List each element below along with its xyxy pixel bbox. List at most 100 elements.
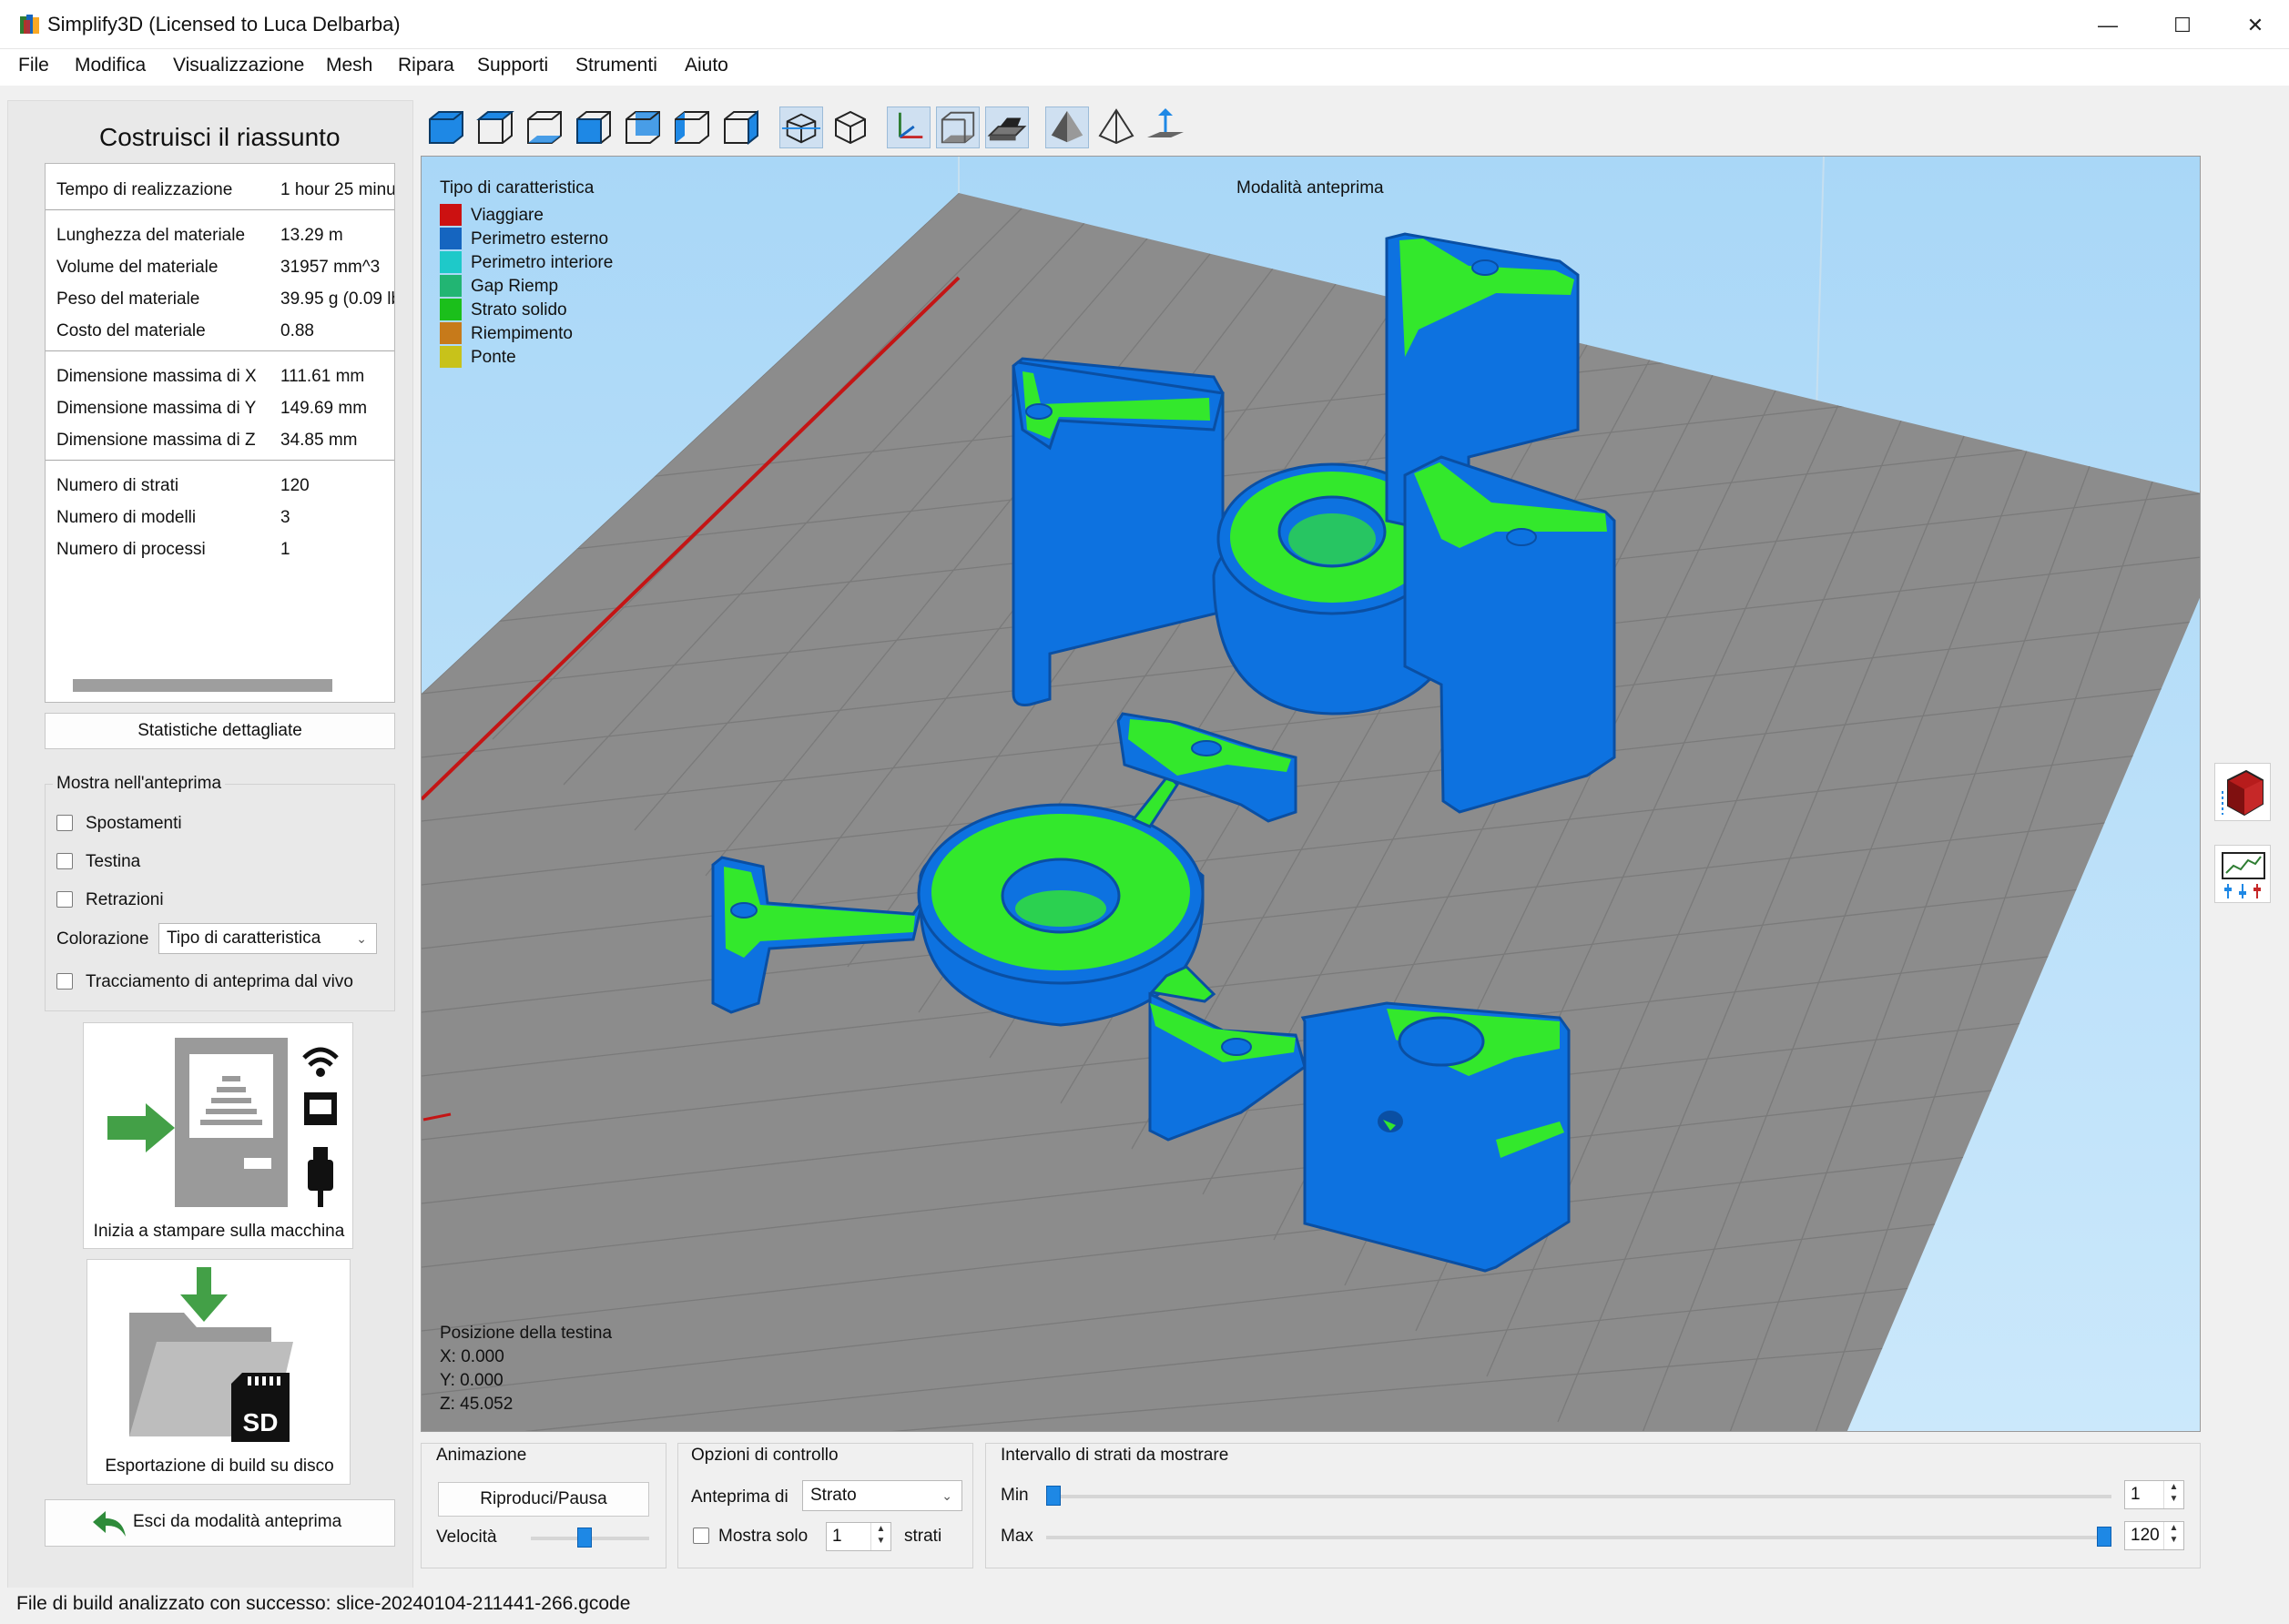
export-to-disk-label: Esportazione di build su disco	[105, 1457, 334, 1476]
exit-preview-label: Esci da modalità anteprima	[133, 1512, 342, 1531]
max-layer-value: 120	[2131, 1526, 2160, 1545]
orthographic-icon[interactable]	[829, 107, 872, 148]
axes-icon[interactable]	[887, 107, 931, 148]
close-button[interactable]: ✕	[2223, 7, 2287, 44]
play-pause-button[interactable]: Riproduci/Pausa	[438, 1482, 649, 1517]
scene-3d[interactable]: Tipo di caratteristica Modalità anteprim…	[422, 157, 2201, 1432]
summary-label: Dimensione massima di Z	[56, 431, 256, 450]
legend-label: Ponte	[471, 348, 516, 367]
summary-label: Costo del materiale	[56, 321, 206, 340]
summary-label: Numero di processi	[56, 540, 206, 559]
export-to-disk-button[interactable]: SD Esportazione di build su disco	[86, 1259, 351, 1485]
legend-label: Riempimento	[471, 324, 573, 343]
menu-bar: File Modifica Visualizzazione Mesh Ripar…	[0, 49, 2289, 86]
min-layer-spinbox[interactable]: 1 ▲ ▼	[2124, 1480, 2184, 1509]
menu-ripara[interactable]: Ripara	[398, 55, 454, 76]
spin-arrows-icon[interactable]: ▲ ▼	[870, 1523, 890, 1550]
menu-modifica[interactable]: Modifica	[75, 55, 146, 76]
retractions-label: Retrazioni	[86, 890, 164, 909]
max-layer-slider[interactable]	[1046, 1536, 2111, 1539]
menu-visualizzazione[interactable]: Visualizzazione	[173, 55, 304, 76]
speed-slider-thumb[interactable]	[577, 1528, 593, 1548]
show-only-checkbox[interactable]	[693, 1528, 709, 1544]
summary-value: 1	[280, 540, 290, 559]
separator	[46, 460, 394, 461]
summary-value: 1 hour 25 minutes	[280, 180, 395, 199]
coloring-label: Colorazione	[56, 929, 149, 949]
show-only-spinbox[interactable]: 1 ▲ ▼	[826, 1522, 891, 1551]
min-layer-value: 1	[2131, 1485, 2141, 1504]
app-logo-icon	[20, 15, 39, 34]
minimize-button[interactable]: —	[2076, 7, 2140, 44]
build-plate-icon[interactable]	[985, 107, 1029, 148]
print-on-machine-button[interactable]: Inizia a stampare sulla macchina	[83, 1022, 353, 1249]
preview-viewport[interactable]: Tipo di caratteristica Modalità anteprim…	[421, 156, 2201, 1432]
view-default-icon[interactable]	[424, 107, 468, 148]
legend-swatch	[440, 228, 462, 249]
summary-value: 120	[280, 476, 310, 495]
head-checkbox[interactable]	[56, 853, 73, 869]
show-only-value: 1	[832, 1527, 842, 1546]
retractions-checkbox[interactable]	[56, 891, 73, 908]
max-layer-slider-thumb[interactable]	[2097, 1527, 2111, 1547]
menu-mesh[interactable]: Mesh	[326, 55, 372, 76]
min-layer-slider-thumb[interactable]	[1046, 1486, 1061, 1506]
maximize-button[interactable]: ☐	[2151, 7, 2214, 44]
min-layer-slider[interactable]	[1046, 1495, 2111, 1498]
spin-arrows-icon[interactable]: ▲ ▼	[2163, 1522, 2183, 1549]
view-right-icon[interactable]	[719, 107, 763, 148]
cross-section-button[interactable]	[2214, 763, 2271, 821]
live-tracking-label: Tracciamento di anteprima dal vivo	[86, 972, 353, 991]
control-options-title: Opzioni di controllo	[691, 1446, 839, 1465]
legend-label: Perimetro esterno	[471, 229, 609, 249]
sd-label: SD	[243, 1408, 279, 1436]
graph-sliders-icon	[2222, 852, 2265, 898]
legend-swatch	[440, 204, 462, 226]
shaded-model-icon[interactable]	[1045, 107, 1089, 148]
lay-flat-icon[interactable]	[1144, 107, 1187, 148]
view-front-icon[interactable]	[572, 107, 615, 148]
summary-value: 0.88	[280, 321, 314, 340]
perspective-icon[interactable]	[779, 107, 823, 148]
printed-part	[1300, 1001, 1571, 1273]
menu-file[interactable]: File	[18, 55, 49, 76]
legend-swatch	[440, 275, 462, 297]
build-volume-icon[interactable]	[936, 107, 980, 148]
wireframe-model-icon[interactable]	[1094, 107, 1138, 148]
live-tracking-checkbox[interactable]	[56, 973, 73, 990]
view-toolbar	[424, 102, 1244, 153]
view-bottom-icon[interactable]	[523, 107, 566, 148]
view-top-icon[interactable]	[473, 107, 517, 148]
head-position-title: Posizione della testina	[440, 1324, 613, 1343]
legend-label: Strato solido	[471, 300, 567, 320]
summary-title: Costruisci il riassunto	[99, 123, 341, 151]
travel-checkbox[interactable]	[56, 815, 73, 831]
summary-label: Lunghezza del materiale	[56, 226, 246, 245]
min-label: Min	[1001, 1486, 1029, 1505]
folder-sd-icon: SD	[129, 1267, 293, 1442]
exit-preview-button[interactable]: Esci da modalità anteprima	[45, 1499, 395, 1547]
summary-value: 13.29 m	[280, 226, 343, 245]
head-position-z: Z: 45.052	[440, 1395, 514, 1414]
menu-strumenti[interactable]: Strumenti	[575, 55, 657, 76]
graph-options-button[interactable]	[2214, 845, 2271, 903]
max-layer-spinbox[interactable]: 120 ▲ ▼	[2124, 1521, 2184, 1550]
coloring-select[interactable]: Tipo di caratteristica ⌄	[158, 923, 377, 954]
print-on-machine-label: Inizia a stampare sulla macchina	[93, 1222, 345, 1241]
show-only-label: Mostra solo	[718, 1527, 809, 1546]
layer-range-panel: Intervallo di strati da mostrare Min 1 ▲…	[985, 1443, 2201, 1568]
status-message: File di build analizzato con successo: s…	[16, 1593, 631, 1614]
view-left-icon[interactable]	[670, 107, 714, 148]
preview-by-select[interactable]: Strato ⌄	[802, 1480, 962, 1511]
cross-section-icon	[2222, 769, 2264, 817]
menu-supporti[interactable]: Supporti	[477, 55, 548, 76]
menu-aiuto[interactable]: Aiuto	[685, 55, 728, 76]
detailed-stats-button[interactable]: Statistiche dettagliate	[45, 713, 395, 749]
horizontal-scrollbar[interactable]	[73, 679, 332, 692]
printer-transfer-icon	[107, 1038, 339, 1207]
legend-swatch	[440, 251, 462, 273]
preview-mode-label: Modalità anteprima	[1236, 178, 1384, 198]
summary-label: Dimensione massima di Y	[56, 399, 257, 418]
spin-arrows-icon[interactable]: ▲ ▼	[2163, 1481, 2183, 1508]
view-back-icon[interactable]	[621, 107, 665, 148]
